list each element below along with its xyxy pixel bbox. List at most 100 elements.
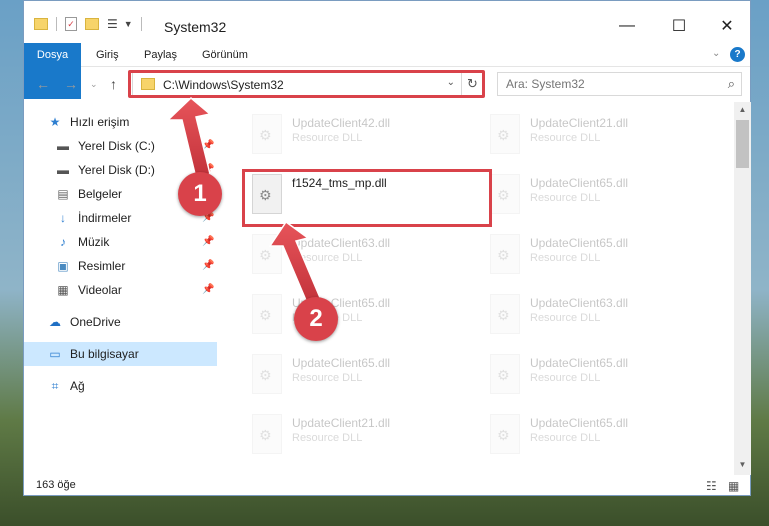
file-item[interactable]: ⚙ UpdateClient42.dll Resource DLL bbox=[244, 106, 474, 162]
nav-label: OneDrive bbox=[70, 315, 121, 329]
properties-icon[interactable]: ✓ bbox=[65, 17, 77, 31]
file-item[interactable]: ⚙ UpdateClient65.dll Resource DLL bbox=[482, 406, 712, 462]
pin-icon[interactable]: 📌 bbox=[202, 260, 214, 271]
recent-locations-icon[interactable]: ⌄ bbox=[90, 79, 98, 90]
nav-label: Belgeler bbox=[78, 187, 123, 201]
gear-file-icon: ⚙ bbox=[490, 174, 520, 214]
callout-badge-2: 2 bbox=[294, 297, 338, 341]
maximize-button[interactable]: ☐ bbox=[656, 11, 702, 41]
nav-label: Yerel Disk (D:) bbox=[78, 163, 155, 177]
file-item[interactable]: ⚙ UpdateClient65.dll Resource DLL bbox=[482, 166, 712, 222]
search-box: ⌕ bbox=[497, 72, 742, 96]
gear-file-icon: ⚙ bbox=[252, 114, 282, 154]
file-item[interactable]: ⚙ UpdateClient21.dll Resource DLL bbox=[244, 406, 474, 462]
nav-item-pictures[interactable]: ▣ Resimler bbox=[54, 254, 125, 278]
nav-label: İndirmeler bbox=[78, 211, 132, 225]
nav-item-drive-c[interactable]: ▬ Yerel Disk (C:) bbox=[54, 134, 155, 158]
nav-label: Müzik bbox=[78, 235, 110, 249]
nav-label: Ağ bbox=[70, 379, 85, 393]
vertical-scrollbar[interactable]: ▲ ▼ bbox=[734, 102, 751, 475]
gear-file-icon: ⚙ bbox=[252, 234, 282, 274]
gear-file-icon: ⚙ bbox=[490, 114, 520, 154]
nav-network[interactable]: ⌗ Ağ bbox=[46, 374, 85, 398]
file-item[interactable]: ⚙ UpdateClient63.dll Resource DLL bbox=[244, 226, 474, 282]
nav-item-drive-d[interactable]: ▬ Yerel Disk (D:) bbox=[54, 158, 155, 182]
nav-item-videos[interactable]: ▦ Videolar bbox=[54, 278, 122, 302]
tab-share[interactable]: Paylaş bbox=[132, 43, 189, 67]
forward-arrow-icon[interactable]: → bbox=[64, 76, 78, 92]
file-item[interactable]: ⚙ UpdateClient21.dll Resource DLL bbox=[482, 106, 712, 162]
up-arrow-icon[interactable]: ↑ bbox=[110, 76, 117, 92]
computer-icon: ▭ bbox=[49, 347, 61, 361]
videos-icon: ▦ bbox=[57, 283, 69, 297]
nav-item-downloads[interactable]: ↓ İndirmeler bbox=[54, 206, 131, 230]
download-icon: ↓ bbox=[60, 211, 66, 225]
nav-label: Bu bilgisayar bbox=[70, 347, 139, 361]
file-item[interactable]: ⚙ UpdateClient65.dll Resource DLL bbox=[482, 226, 712, 282]
tab-view[interactable]: Görünüm bbox=[190, 43, 260, 67]
new-folder-icon[interactable] bbox=[85, 18, 99, 30]
ribbon: Dosya Giriş Paylaş Görünüm ⌄ ? bbox=[24, 43, 750, 99]
pictures-icon: ▣ bbox=[57, 259, 69, 273]
gear-file-icon: ⚙ bbox=[252, 354, 282, 394]
item-count: 163 öğe bbox=[36, 479, 76, 491]
search-icon[interactable]: ⌕ bbox=[728, 76, 735, 92]
scroll-thumb[interactable] bbox=[736, 120, 749, 168]
file-highlight-box bbox=[242, 169, 492, 227]
pin-icon[interactable]: 📌 bbox=[202, 140, 214, 151]
gear-file-icon: ⚙ bbox=[252, 294, 282, 334]
view-icon[interactable]: ☰ bbox=[107, 17, 118, 31]
nav-this-pc[interactable]: ▭ Bu bilgisayar bbox=[46, 342, 139, 366]
pin-icon[interactable]: 📌 bbox=[202, 236, 214, 247]
title-bar: ✓ ☰ ▼ System32 — ☐ ✕ bbox=[24, 1, 750, 43]
file-item[interactable]: ⚙ UpdateClient63.dll Resource DLL bbox=[482, 286, 712, 342]
explorer-window: ✓ ☰ ▼ System32 — ☐ ✕ Dosya Giriş Paylaş … bbox=[23, 0, 751, 496]
music-icon: ♪ bbox=[60, 235, 66, 249]
cloud-icon: ☁ bbox=[49, 315, 61, 329]
file-list: ⚙ UpdateClient42.dll Resource DLL ⚙ f152… bbox=[234, 102, 734, 467]
star-icon: ★ bbox=[49, 115, 61, 129]
quick-access-toolbar: ✓ ☰ ▼ bbox=[34, 17, 142, 31]
nav-item-documents[interactable]: ▤ Belgeler bbox=[54, 182, 122, 206]
separator bbox=[140, 17, 142, 31]
gear-file-icon: ⚙ bbox=[490, 354, 520, 394]
close-button[interactable]: ✕ bbox=[704, 11, 750, 41]
pin-icon[interactable]: 📌 bbox=[202, 284, 214, 295]
gear-file-icon: ⚙ bbox=[490, 234, 520, 274]
details-view-icon[interactable]: ☷ bbox=[706, 479, 717, 493]
callout-badge-1: 1 bbox=[178, 172, 222, 216]
gear-file-icon: ⚙ bbox=[490, 294, 520, 334]
documents-icon: ▤ bbox=[57, 187, 69, 201]
ribbon-expand-icon[interactable]: ⌄ bbox=[712, 48, 720, 59]
navigation-pane: ★ Hızlı erişim ▬ Yerel Disk (C:) 📌 ▬ Yer… bbox=[24, 102, 234, 467]
network-icon: ⌗ bbox=[51, 379, 59, 393]
nav-item-music[interactable]: ♪ Müzik bbox=[54, 230, 109, 254]
nav-label: Videolar bbox=[78, 283, 122, 297]
file-item[interactable]: ⚙ UpdateClient65.dll Resource DLL bbox=[482, 346, 712, 402]
help-icon[interactable]: ? bbox=[730, 47, 745, 62]
minimize-button[interactable]: — bbox=[604, 11, 650, 41]
address-row: ← → ⌄ ↑ C:\Windows\System32 ⌄ ↻ ⌕ bbox=[24, 68, 750, 102]
file-item[interactable]: ⚙ UpdateClient65.dll Resource DLL bbox=[244, 286, 474, 342]
nav-label: Hızlı erişim bbox=[70, 115, 130, 129]
address-highlight-box bbox=[128, 70, 485, 98]
nav-onedrive[interactable]: ☁ OneDrive bbox=[46, 310, 121, 334]
customize-dropdown-icon[interactable]: ▼ bbox=[124, 19, 133, 29]
folder-icon[interactable] bbox=[34, 18, 48, 30]
nav-quick-access[interactable]: ★ Hızlı erişim bbox=[46, 110, 130, 134]
back-arrow-icon[interactable]: ← bbox=[36, 76, 50, 92]
scroll-down-icon[interactable]: ▼ bbox=[734, 460, 751, 469]
status-bar: 163 öğe ☷ ▦ bbox=[24, 475, 750, 497]
drive-icon: ▬ bbox=[57, 163, 69, 177]
separator bbox=[56, 17, 57, 31]
gear-file-icon: ⚙ bbox=[490, 414, 520, 454]
file-item[interactable]: ⚙ UpdateClient65.dll Resource DLL bbox=[244, 346, 474, 402]
nav-label: Yerel Disk (C:) bbox=[78, 139, 155, 153]
scroll-up-icon[interactable]: ▲ bbox=[734, 105, 751, 114]
search-input[interactable] bbox=[498, 73, 698, 95]
large-icons-view-icon[interactable]: ▦ bbox=[728, 479, 739, 493]
tab-home[interactable]: Giriş bbox=[84, 43, 131, 67]
nav-label: Resimler bbox=[78, 259, 126, 273]
gear-file-icon: ⚙ bbox=[252, 414, 282, 454]
window-title: System32 bbox=[164, 19, 227, 35]
